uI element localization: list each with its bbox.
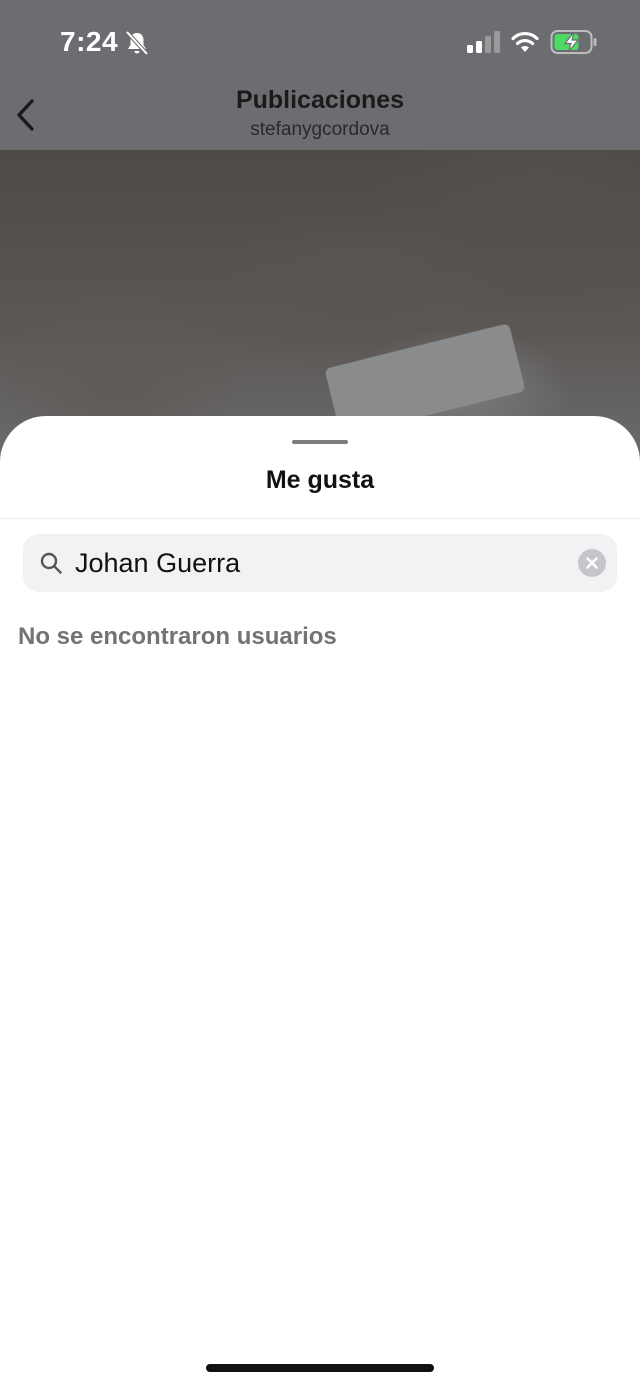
page-title: Publicaciones <box>235 86 405 114</box>
sheet-grabber[interactable] <box>292 440 348 444</box>
home-indicator[interactable] <box>206 1364 434 1372</box>
search-input[interactable] <box>75 534 555 592</box>
status-bar: 7:24 <box>0 0 640 84</box>
sheet-title: Me gusta <box>265 466 375 494</box>
search-box[interactable] <box>23 534 617 592</box>
divider <box>0 518 640 519</box>
bell-slash-icon <box>125 30 149 56</box>
likes-sheet: Me gusta No se encontraron usuarios <box>0 416 640 1386</box>
wifi-icon <box>511 31 539 52</box>
empty-state-message: No se encontraron usuarios <box>18 623 337 650</box>
clear-icon[interactable] <box>578 549 606 577</box>
signal-icon <box>467 31 500 53</box>
search-icon <box>40 552 62 574</box>
battery-charging-icon <box>550 30 597 54</box>
post-image <box>0 150 640 450</box>
status-time: 7:24 <box>60 26 119 57</box>
page-subtitle: stefanygcordova <box>250 119 390 140</box>
